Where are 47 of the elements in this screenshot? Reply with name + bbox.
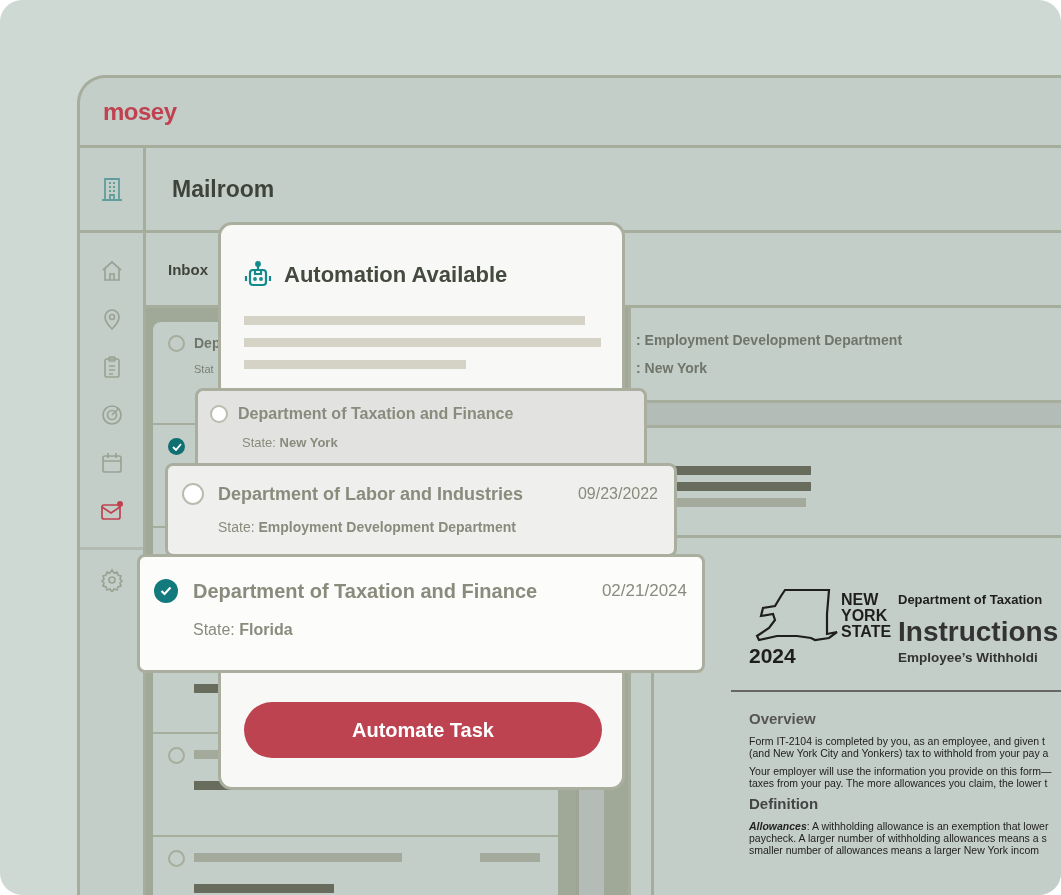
robot-icon: [244, 261, 272, 289]
building-icon: [100, 177, 123, 201]
logo-text: YORK: [841, 608, 889, 624]
paragraph-line: smaller number of allowances means a larger New York incom: [749, 844, 1041, 856]
page-title: Mailroom: [172, 175, 275, 203]
card-state: State: Employment Development Department: [218, 519, 517, 535]
card-date: 02/21/2024: [601, 581, 687, 601]
match-card[interactable]: Department of Labor and Industries 09/23/2022 State: Employment Development Department: [165, 463, 677, 557]
card-title: Department of Labor and Industries: [218, 483, 524, 505]
row-subtitle: Stat: [194, 363, 215, 375]
section-heading: Definition: [749, 795, 820, 812]
detail-text: : New York: [636, 360, 709, 376]
check-icon[interactable]: [168, 438, 185, 455]
card-state: State: Florida: [193, 621, 294, 639]
document-subtitle: Employee’s Withholdi: [898, 650, 1039, 665]
radio-button[interactable]: [182, 483, 204, 505]
paragraph-line: Your employer will use the information you provide on this form—: [749, 765, 1053, 777]
logo-text: NEW: [841, 592, 880, 608]
target-icon[interactable]: [99, 403, 124, 427]
section-heading: Overview: [749, 710, 817, 727]
radio-button[interactable]: [168, 335, 185, 352]
paragraph-line: Form IT-2104 is completed by you, as an employee, and given t: [749, 735, 1046, 747]
paragraph-line: paycheck. A larger number of withholding allowances means a s: [749, 832, 1048, 844]
popup-title: Automation Available: [284, 262, 508, 288]
card-title: Department of Taxation and Finance: [193, 579, 538, 603]
radio-button[interactable]: [210, 405, 228, 423]
logo-year: 2024: [749, 645, 796, 667]
inbox-tab[interactable]: Inbox: [168, 260, 208, 278]
paragraph-line: taxes from your pay. The more allowances you claim, the lower t: [749, 777, 1049, 789]
settings-icon[interactable]: [99, 568, 124, 592]
check-icon[interactable]: [154, 579, 178, 603]
mail-icon[interactable]: [99, 499, 124, 523]
document-department: Department of Taxation: [898, 592, 1044, 607]
detail-text: : Employment Development Department: [636, 332, 904, 348]
document-title: Instructions: [898, 616, 1059, 648]
radio-button[interactable]: [168, 747, 185, 764]
paragraph-line: Allowances: A withholding allowance is an exemption that lower: [749, 820, 1050, 832]
paragraph-line: (and New York City and Yonkers) tax to withhold from your pay a: [749, 747, 1050, 759]
card-title: Department of Taxation and Finance: [238, 405, 514, 423]
card-state: State: New York: [242, 435, 339, 450]
automate-task-button[interactable]: Automate Task: [244, 702, 602, 758]
logo[interactable]: mosey: [103, 97, 177, 126]
match-card[interactable]: Department of Taxation and Finance 02/21/2024 State: Florida: [137, 554, 705, 673]
logo-text: STATE: [841, 624, 892, 640]
radio-button[interactable]: [168, 850, 185, 867]
card-date: 09/23/2022: [577, 485, 658, 503]
calendar-icon[interactable]: [99, 451, 124, 475]
